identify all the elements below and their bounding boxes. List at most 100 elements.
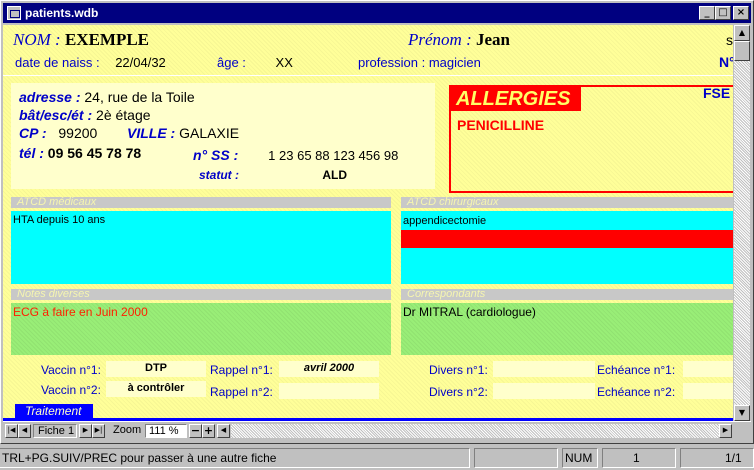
adresse-label: adresse : [19, 89, 81, 105]
minimize-icon: _ [704, 7, 710, 18]
num-lock-indicator: NUM [562, 448, 598, 468]
app-icon[interactable] [7, 6, 21, 20]
rappel1-label: Rappel n°1: [210, 363, 273, 377]
vaccin2-field[interactable]: à contrôler [106, 381, 206, 397]
page-count: 1/1 [680, 448, 754, 468]
tel-field[interactable]: 09 56 45 78 78 [48, 145, 141, 161]
profession-row: profession : magicien [358, 55, 481, 70]
age-label: âge : [217, 55, 246, 70]
header-cut-text-2: N° [719, 54, 733, 70]
age-field[interactable]: XX [276, 55, 293, 70]
allergies-field[interactable]: PENICILLINE [457, 117, 544, 133]
app-window: patients.wdb _ □ × NOM : EXEMPLE Prénom … [0, 0, 754, 444]
vaccin1-field[interactable]: DTP [106, 361, 206, 377]
cp-field[interactable]: 99200 [58, 125, 97, 141]
allergies-box: ALLERGIES PENICILLINE [449, 85, 733, 193]
prenom-field[interactable]: Jean [476, 30, 510, 49]
record-navbar: |◀ ◀ Fiche 1 ▶ ▶| Zoom 111 % − + ◀ ▶ [3, 421, 751, 439]
divers1-label: Divers n°1: [429, 363, 488, 377]
cp-row: CP : 99200 [19, 125, 97, 141]
nom-label: NOM : [13, 30, 61, 49]
echeance1-label: Echéance n°1: [597, 363, 676, 377]
rappel1-field[interactable]: avril 2000 [279, 361, 379, 377]
status-message: TRL+PG.SUIV/PREC pour passer à une autre… [0, 448, 470, 468]
echeance2-label: Echéance n°2: [597, 385, 676, 399]
statut-label: statut : [199, 168, 239, 182]
divers1-field[interactable] [493, 361, 595, 377]
arrow-up-icon: ▲ [738, 28, 746, 37]
prev-icon: ◀ [21, 426, 28, 434]
prev-record-button[interactable]: ◀ [18, 424, 31, 438]
statut-row: statut : ALD [199, 168, 347, 182]
arrow-down-icon: ▼ [738, 408, 746, 417]
horizontal-scroll-track[interactable] [231, 424, 719, 438]
date-label: date de naiss : [15, 55, 100, 70]
first-icon: |◀ [7, 426, 16, 434]
zoom-in-button[interactable]: + [202, 424, 215, 438]
last-icon: ▶| [94, 426, 103, 434]
atcd-highlight-row [401, 230, 733, 248]
notes-field[interactable]: ECG à faire en Juin 2000 [11, 303, 391, 355]
nom-field[interactable]: EXEMPLE [65, 30, 149, 49]
profession-label: profession : [358, 55, 426, 70]
zoom-label: Zoom [113, 424, 142, 436]
correspondants-field[interactable]: Dr MITRAL (cardiologue) [401, 303, 733, 355]
echeance2-field[interactable] [683, 383, 733, 399]
ss-field[interactable]: 1 23 65 88 123 456 98 [268, 148, 398, 163]
record-indicator: Fiche 1 [33, 424, 77, 438]
separator [3, 75, 733, 76]
zoom-value[interactable]: 111 % [145, 424, 187, 438]
notes-header: Notes diverses [11, 289, 391, 300]
hscroll-right-button[interactable]: ▶ [719, 424, 732, 438]
scroll-thumb[interactable] [734, 41, 750, 61]
allergies-title: ALLERGIES [451, 87, 581, 111]
rappel2-field[interactable] [279, 383, 379, 399]
bat-field[interactable]: 2è étage [96, 107, 151, 123]
adresse-field[interactable]: 24, rue de la Toile [84, 89, 194, 105]
status-bar: TRL+PG.SUIV/PREC pour passer à une autre… [0, 446, 754, 470]
first-record-button[interactable]: |◀ [5, 424, 18, 438]
echeance1-field[interactable] [683, 361, 733, 377]
next-record-button[interactable]: ▶ [79, 424, 92, 438]
tel-row: tél : 09 56 45 78 78 [19, 145, 141, 161]
header-cut-text-1: s [726, 32, 733, 48]
hscroll-left-button[interactable]: ◀ [217, 424, 230, 438]
atcd-chirurgicaux-field[interactable]: appendicectomie [401, 211, 733, 284]
last-record-button[interactable]: ▶| [92, 424, 105, 438]
window-title: patients.wdb [25, 6, 99, 20]
arrow-left-icon: ◀ [220, 426, 227, 434]
close-icon: × [736, 7, 746, 18]
patient-form: NOM : EXEMPLE Prénom : Jean s date de na… [3, 25, 733, 421]
atcd-chirurgicaux-header: ATCD chirurgicaux [401, 197, 733, 208]
profession-field[interactable]: magicien [429, 55, 481, 70]
adresse-row: adresse : 24, rue de la Toile [19, 89, 195, 105]
scroll-down-button[interactable]: ▼ [734, 405, 750, 421]
bat-label: bât/esc/ét : [19, 107, 93, 123]
divers2-field[interactable] [493, 383, 595, 399]
atcd-chirurgicaux-text: appendicectomie [403, 215, 487, 227]
correspondants-header: Correspondants [401, 289, 733, 300]
vertical-scrollbar[interactable]: ▲ ▼ [734, 25, 750, 421]
age-row: âge : XX [217, 55, 293, 70]
ss-row: n° SS : 1 23 65 88 123 456 98 [193, 147, 398, 163]
bat-row: bât/esc/ét : 2è étage [19, 107, 151, 123]
fse-label[interactable]: FSE [703, 85, 730, 101]
statut-field[interactable]: ALD [322, 168, 347, 182]
close-button[interactable]: × [733, 6, 749, 20]
ville-row: VILLE : GALAXIE [127, 125, 239, 141]
date-row: date de naiss : 22/04/32 [15, 55, 166, 70]
correspondants-text: Dr MITRAL (cardiologue) [403, 305, 536, 319]
scroll-up-button[interactable]: ▲ [734, 25, 750, 41]
zoom-out-button[interactable]: − [189, 424, 202, 438]
minimize-button[interactable]: _ [699, 6, 715, 20]
atcd-medicaux-field[interactable]: HTA depuis 10 ans [11, 211, 391, 284]
arrow-right-icon: ▶ [722, 426, 729, 434]
birthdate-field[interactable]: 22/04/32 [115, 55, 166, 70]
tab-traitement[interactable]: Traitement [15, 404, 93, 418]
ss-label: n° SS : [193, 147, 239, 163]
ville-field[interactable]: GALAXIE [179, 125, 239, 141]
prenom-row: Prénom : Jean [408, 30, 510, 50]
next-icon: ▶ [82, 426, 89, 434]
maximize-button[interactable]: □ [715, 6, 731, 20]
title-bar[interactable]: patients.wdb _ □ × [3, 3, 751, 23]
